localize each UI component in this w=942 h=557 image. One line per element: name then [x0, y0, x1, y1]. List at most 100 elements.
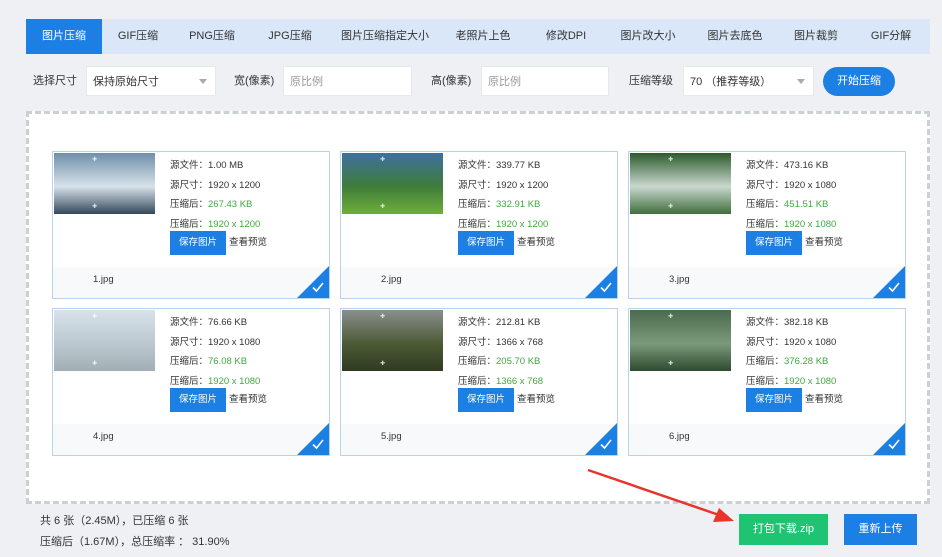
- source-size-value: 1920 x 1200: [496, 179, 549, 191]
- card-footer: 1.jpg: [53, 267, 329, 298]
- save-image-button[interactable]: 保存图片: [458, 231, 514, 255]
- source-file-value: 212.81 KB: [496, 317, 541, 328]
- compressed-size-value: 1920 x 1200: [208, 218, 261, 230]
- source-size-value: 1366 x 768: [496, 336, 544, 348]
- save-image-button[interactable]: 保存图片: [458, 388, 514, 412]
- tab-image-compress[interactable]: 图片压缩: [26, 19, 102, 54]
- image-card: ✚ ✚ 源文件：382.18 KB 源尺寸：1920 x 1080 压缩后：376.28…: [628, 308, 906, 456]
- download-zip-button[interactable]: 打包下载.zip: [739, 514, 828, 545]
- source-file-label: 源文件：: [170, 317, 209, 328]
- preview-link[interactable]: 查看预览: [517, 231, 555, 255]
- source-file-value: 473.16 KB: [784, 160, 829, 171]
- compressed-size-value: 1920 x 1080: [784, 375, 837, 387]
- preview-link[interactable]: 查看预览: [229, 231, 267, 255]
- tab-colorize-photo[interactable]: 老照片上色: [440, 19, 526, 54]
- compressed-size-value: 1366 x 768: [496, 375, 544, 387]
- source-file-label: 源文件：: [746, 160, 785, 171]
- watermark-icon: ✚: [668, 204, 674, 210]
- image-info: 源文件：473.16 KB 源尺寸：1920 x 1080 压缩后：451.51 K…: [746, 156, 836, 234]
- source-file-value: 339.77 KB: [496, 160, 541, 171]
- compressed-file-value: 451.51 KB: [784, 199, 829, 210]
- height-input[interactable]: 原比例: [481, 66, 609, 96]
- image-card: ✚ ✚ 源文件：212.81 KB 源尺寸：1366 x 768 压缩后：205.70 …: [340, 308, 618, 456]
- image-thumbnail[interactable]: ✚ ✚: [54, 310, 155, 371]
- compressed-file-value: 205.70 KB: [496, 356, 541, 367]
- image-thumbnail[interactable]: ✚ ✚: [342, 153, 443, 214]
- image-card: ✚ ✚ 源文件：1.00 MB 源尺寸：1920 x 1200 压缩后：267.43 K…: [52, 151, 330, 299]
- file-name: 4.jpg: [93, 431, 114, 442]
- image-card: ✚ ✚ 源文件：473.16 KB 源尺寸：1920 x 1080 压缩后：451.51…: [628, 151, 906, 299]
- tab-jpg-compress[interactable]: JPG压缩: [250, 19, 330, 54]
- size-select[interactable]: 保持原始尺寸: [86, 66, 216, 96]
- preview-link[interactable]: 查看预览: [517, 388, 555, 412]
- source-size-value: 1920 x 1200: [208, 179, 261, 191]
- image-card: ✚ ✚ 源文件：76.66 KB 源尺寸：1920 x 1080 压缩后：76.08 K…: [52, 308, 330, 456]
- image-info: 源文件：1.00 MB 源尺寸：1920 x 1200 压缩后：267.43 KB 压…: [170, 156, 260, 234]
- tab-png-compress[interactable]: PNG压缩: [174, 19, 250, 54]
- save-image-button[interactable]: 保存图片: [746, 231, 802, 255]
- image-thumbnail[interactable]: ✚ ✚: [630, 153, 731, 214]
- level-label: 压缩等级: [629, 75, 673, 87]
- compressed-size-label: 压缩后：: [170, 218, 209, 230]
- image-drop-zone[interactable]: ✚ ✚ 源文件：1.00 MB 源尺寸：1920 x 1200 压缩后：267.43 K…: [26, 111, 930, 504]
- compressed-size-label: 压缩后：: [170, 375, 209, 387]
- image-thumbnail[interactable]: ✚ ✚: [342, 310, 443, 371]
- image-thumbnail[interactable]: ✚ ✚: [630, 310, 731, 371]
- checkmark-icon: [600, 282, 612, 293]
- preview-link[interactable]: 查看预览: [805, 388, 843, 412]
- watermark-icon: ✚: [380, 204, 386, 210]
- save-image-button[interactable]: 保存图片: [746, 388, 802, 412]
- tab-gif-compress[interactable]: GIF压缩: [102, 19, 174, 54]
- card-footer: 5.jpg: [341, 424, 617, 455]
- compressed-file-label: 压缩后：: [458, 356, 497, 367]
- checkmark-icon: [312, 439, 324, 450]
- compressed-file-value: 76.08 KB: [208, 356, 248, 367]
- source-file-value: 76.66 KB: [208, 317, 248, 328]
- image-info: 源文件：382.18 KB 源尺寸：1920 x 1080 压缩后：376.28 K…: [746, 313, 836, 391]
- preview-link[interactable]: 查看预览: [229, 388, 267, 412]
- size-select-value: 保持原始尺寸: [93, 76, 159, 88]
- source-file-value: 382.18 KB: [784, 317, 829, 328]
- compressed-size-value: 1920 x 1080: [784, 218, 837, 230]
- source-file-value: 1.00 MB: [208, 160, 244, 171]
- compressed-size-value: 1920 x 1080: [208, 375, 261, 387]
- card-footer: 2.jpg: [341, 267, 617, 298]
- stats-count: 共 6 张（2.45M），已压缩 6 张: [40, 515, 189, 527]
- source-size-label: 源尺寸：: [458, 179, 497, 191]
- image-thumbnail[interactable]: ✚ ✚: [54, 153, 155, 214]
- source-size-label: 源尺寸：: [746, 179, 785, 191]
- checkmark-icon: [888, 439, 900, 450]
- save-image-button[interactable]: 保存图片: [170, 231, 226, 255]
- reupload-button[interactable]: 重新上传: [844, 514, 917, 545]
- file-name: 6.jpg: [669, 431, 690, 442]
- source-file-label: 源文件：: [170, 160, 209, 171]
- tab-compress-to-size[interactable]: 图片压缩指定大小: [330, 19, 440, 54]
- start-compress-button[interactable]: 开始压缩: [823, 67, 895, 96]
- preview-link[interactable]: 查看预览: [805, 231, 843, 255]
- watermark-icon: ✚: [92, 314, 98, 320]
- width-input[interactable]: 原比例: [283, 66, 412, 96]
- source-size-value: 1920 x 1080: [784, 179, 837, 191]
- tab-crop-image[interactable]: 图片裁剪: [780, 19, 852, 54]
- file-name: 5.jpg: [381, 431, 402, 442]
- compressed-file-value: 267.43 KB: [208, 199, 253, 210]
- card-footer: 3.jpg: [629, 267, 905, 298]
- compressed-size-label: 压缩后：: [746, 218, 785, 230]
- source-size-value: 1920 x 1080: [208, 336, 261, 348]
- source-file-label: 源文件：: [458, 160, 497, 171]
- watermark-icon: ✚: [380, 361, 386, 367]
- tab-resize-image[interactable]: 图片改大小: [606, 19, 690, 54]
- source-file-label: 源文件：: [746, 317, 785, 328]
- image-info: 源文件：339.77 KB 源尺寸：1920 x 1200 压缩后：332.91 K…: [458, 156, 548, 234]
- tab-modify-dpi[interactable]: 修改DPI: [526, 19, 606, 54]
- watermark-icon: ✚: [380, 314, 386, 320]
- level-select[interactable]: 70 （推荐等级）: [683, 66, 814, 96]
- compressed-file-value: 332.91 KB: [496, 199, 541, 210]
- tab-remove-background[interactable]: 图片去底色: [690, 19, 780, 54]
- image-card: ✚ ✚ 源文件：339.77 KB 源尺寸：1920 x 1200 压缩后：332.91…: [340, 151, 618, 299]
- source-size-value: 1920 x 1080: [784, 336, 837, 348]
- checkmark-icon: [312, 282, 324, 293]
- watermark-icon: ✚: [92, 204, 98, 210]
- save-image-button[interactable]: 保存图片: [170, 388, 226, 412]
- tab-gif-split[interactable]: GIF分解: [852, 19, 930, 54]
